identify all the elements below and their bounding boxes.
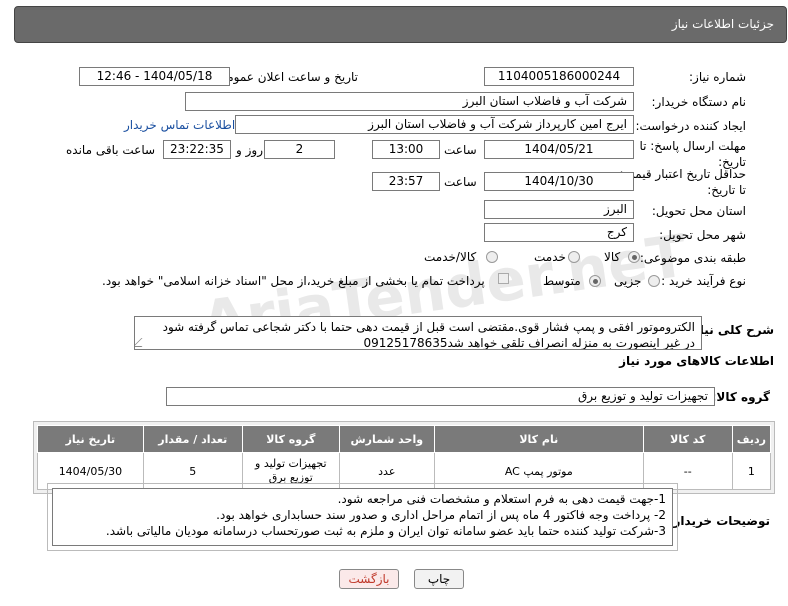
process-radio-minor[interactable] — [648, 275, 660, 287]
announce-label: تاریخ و ساعت اعلان عمومی: — [213, 70, 358, 84]
category-option-goods: کالا — [604, 250, 621, 264]
category-radio-goods[interactable] — [628, 251, 640, 263]
deadline-time-field[interactable]: 13:00 — [372, 140, 440, 159]
col-group: گروه کالا — [241, 425, 340, 453]
payment-note: پرداخت تمام یا بخشی از مبلغ خرید،از محل … — [102, 274, 485, 288]
city-field[interactable]: کرج — [484, 223, 634, 242]
process-label: نوع فرآیند خرید : — [661, 274, 746, 288]
page-header: جزئیات اطلاعات نیاز — [14, 6, 787, 43]
buyer-notes-label: توضیحات خریدار: — [668, 514, 770, 528]
buyer-notes-box: 1-جهت قیمت دهی به فرم استعلام و مشخصات ف… — [47, 483, 678, 551]
validity-time-field[interactable]: 23:57 — [372, 172, 440, 191]
buyer-notes-textarea[interactable]: 1-جهت قیمت دهی به فرم استعلام و مشخصات ف… — [52, 488, 673, 546]
description-textarea[interactable]: الکتروموتور افقی و پمپ فشار قوی.مقتضی اس… — [134, 316, 702, 350]
validity-time-label: ساعت — [444, 175, 477, 189]
payment-checkbox[interactable] — [498, 273, 509, 284]
category-radio-service[interactable] — [568, 251, 580, 263]
back-button[interactable]: بازگشت — [339, 569, 399, 589]
validity-label: حداقل تاریخ اعتبار قیمت: تا تاریخ: — [619, 167, 746, 197]
col-date: تاریخ نیاز — [37, 425, 144, 453]
need-number-field[interactable]: 1104005186000244 — [484, 67, 634, 86]
city-label: شهر محل تحویل: — [659, 228, 746, 242]
buyer-notes-line-3: 3-شرکت تولید کننده حتما باید عضو سامانه … — [105, 524, 666, 538]
creator-label: ایجاد کننده درخواست: — [635, 119, 746, 133]
col-unit: واحد شمارش — [338, 425, 435, 453]
buyer-notes-line-1: 1-جهت قیمت دهی به فرم استعلام و مشخصات ف… — [337, 492, 666, 506]
goods-table-header: ردیف کد کالا نام کالا واحد شمارش گروه کا… — [37, 425, 772, 453]
description-line-1: الکتروموتور افقی و پمپ فشار قوی.مقتضی اس… — [162, 320, 695, 334]
goods-section-title: اطلاعات کالاهای مورد نیاز — [619, 354, 774, 368]
buyer-contact-link[interactable]: اطلاعات تماس خریدار — [124, 118, 235, 132]
process-radio-medium[interactable] — [589, 275, 601, 287]
col-qty: تعداد / مقدار — [142, 425, 243, 453]
col-code: کد کالا — [642, 425, 733, 453]
creator-field[interactable]: ایرج امین کارپرداز شرکت آب و فاضلاب استا… — [235, 115, 634, 134]
process-option-medium: متوسط — [543, 274, 581, 288]
province-label: استان محل تحویل: — [651, 204, 746, 218]
category-radio-goods-service[interactable] — [486, 251, 498, 263]
category-option-goods-service: کالا/خدمت — [424, 250, 477, 264]
announce-field[interactable]: 1404/05/18 - 12:46 — [79, 67, 230, 86]
days-label: روز و — [236, 143, 263, 157]
goods-group-field[interactable]: تجهیزات تولید و توزیع برق — [166, 387, 715, 406]
col-row: ردیف — [731, 425, 772, 453]
description-line-2: در غیر اینصورت به منزله انصراف تلقی خواه… — [363, 336, 695, 350]
category-option-service: خدمت — [534, 250, 566, 264]
deadline-time-label: ساعت — [444, 143, 477, 157]
process-option-minor: جزیی — [614, 274, 642, 288]
remaining-time-field[interactable]: 23:22:35 — [163, 140, 231, 159]
category-label: طبقه بندی موضوعی: — [639, 251, 746, 265]
cell-row: 1 — [731, 452, 772, 490]
days-field[interactable]: 2 — [264, 140, 335, 159]
page-title: جزئیات اطلاعات نیاز — [671, 17, 774, 31]
need-number-label: شماره نیاز: — [689, 70, 746, 84]
print-button[interactable]: چاپ — [414, 569, 464, 589]
goods-table: ردیف کد کالا نام کالا واحد شمارش گروه کا… — [37, 425, 772, 490]
buyer-org-field[interactable]: شرکت آب و فاضلاب استان البرز — [185, 92, 634, 111]
buyer-notes-line-2: 2- پرداخت وجه فاکتور 4 ماه پس از اتمام م… — [216, 508, 666, 522]
col-name: نام کالا — [433, 425, 644, 453]
deadline-date-field[interactable]: 1404/05/21 — [484, 140, 634, 159]
validity-date-field[interactable]: 1404/10/30 — [484, 172, 634, 191]
buyer-org-label: نام دستگاه خریدار: — [651, 95, 747, 109]
goods-group-label: گروه کالا: — [711, 390, 770, 404]
remaining-label: ساعت باقی مانده — [66, 143, 156, 157]
province-field[interactable]: البرز — [484, 200, 634, 219]
